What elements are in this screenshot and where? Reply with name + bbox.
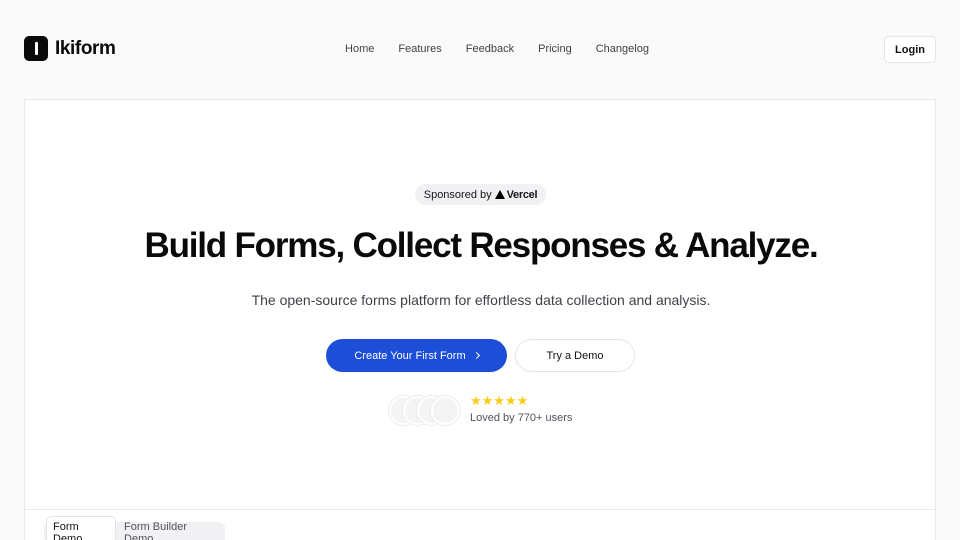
chevron-right-icon bbox=[472, 351, 480, 360]
hero-headline: Build Forms, Collect Responses & Analyze… bbox=[144, 226, 819, 265]
hero-section: Sponsored by Vercel Build Forms, Collect… bbox=[24, 99, 936, 509]
sponsor-prefix: Sponsored by bbox=[423, 188, 492, 201]
demo-tabs: Form Demo Form Builder Demo bbox=[44, 517, 225, 540]
vercel-logo: Vercel bbox=[494, 188, 538, 201]
brand-name: Ikiform bbox=[55, 37, 116, 59]
social-proof-text: Loved by 770+ users bbox=[470, 412, 573, 424]
nav-features[interactable]: Features bbox=[398, 41, 441, 57]
rating-stars-icon: ★★★★★ bbox=[470, 393, 529, 408]
nav-home[interactable]: Home bbox=[345, 41, 374, 57]
nav-feedback[interactable]: Feedback bbox=[466, 41, 514, 57]
hero-subheadline: The open-source forms platform for effor… bbox=[251, 292, 711, 308]
tab-form-demo[interactable]: Form Demo bbox=[47, 517, 116, 540]
site-header: Ikiform Home Features Feedback Pricing C… bbox=[0, 0, 960, 98]
user-avatars bbox=[389, 396, 469, 426]
create-first-form-label: Create Your First Form bbox=[354, 349, 466, 362]
nav-pricing[interactable]: Pricing bbox=[538, 41, 572, 57]
try-demo-button[interactable]: Try a Demo bbox=[515, 339, 635, 372]
create-first-form-button[interactable]: Create Your First Form bbox=[326, 339, 507, 372]
tab-form-builder-demo[interactable]: Form Builder Demo bbox=[118, 517, 222, 540]
page: Ikiform Home Features Feedback Pricing C… bbox=[0, 0, 960, 540]
login-button[interactable]: Login bbox=[884, 36, 936, 63]
vercel-triangle-icon bbox=[494, 190, 505, 199]
brand-logo[interactable]: Ikiform bbox=[24, 36, 116, 61]
sponsor-name: Vercel bbox=[506, 188, 538, 201]
main-nav: Home Features Feedback Pricing Changelog bbox=[0, 41, 960, 57]
nav-changelog[interactable]: Changelog bbox=[596, 41, 649, 57]
logo-icon bbox=[24, 36, 48, 61]
sponsor-badge[interactable]: Sponsored by Vercel bbox=[415, 184, 546, 205]
avatar bbox=[431, 396, 460, 425]
